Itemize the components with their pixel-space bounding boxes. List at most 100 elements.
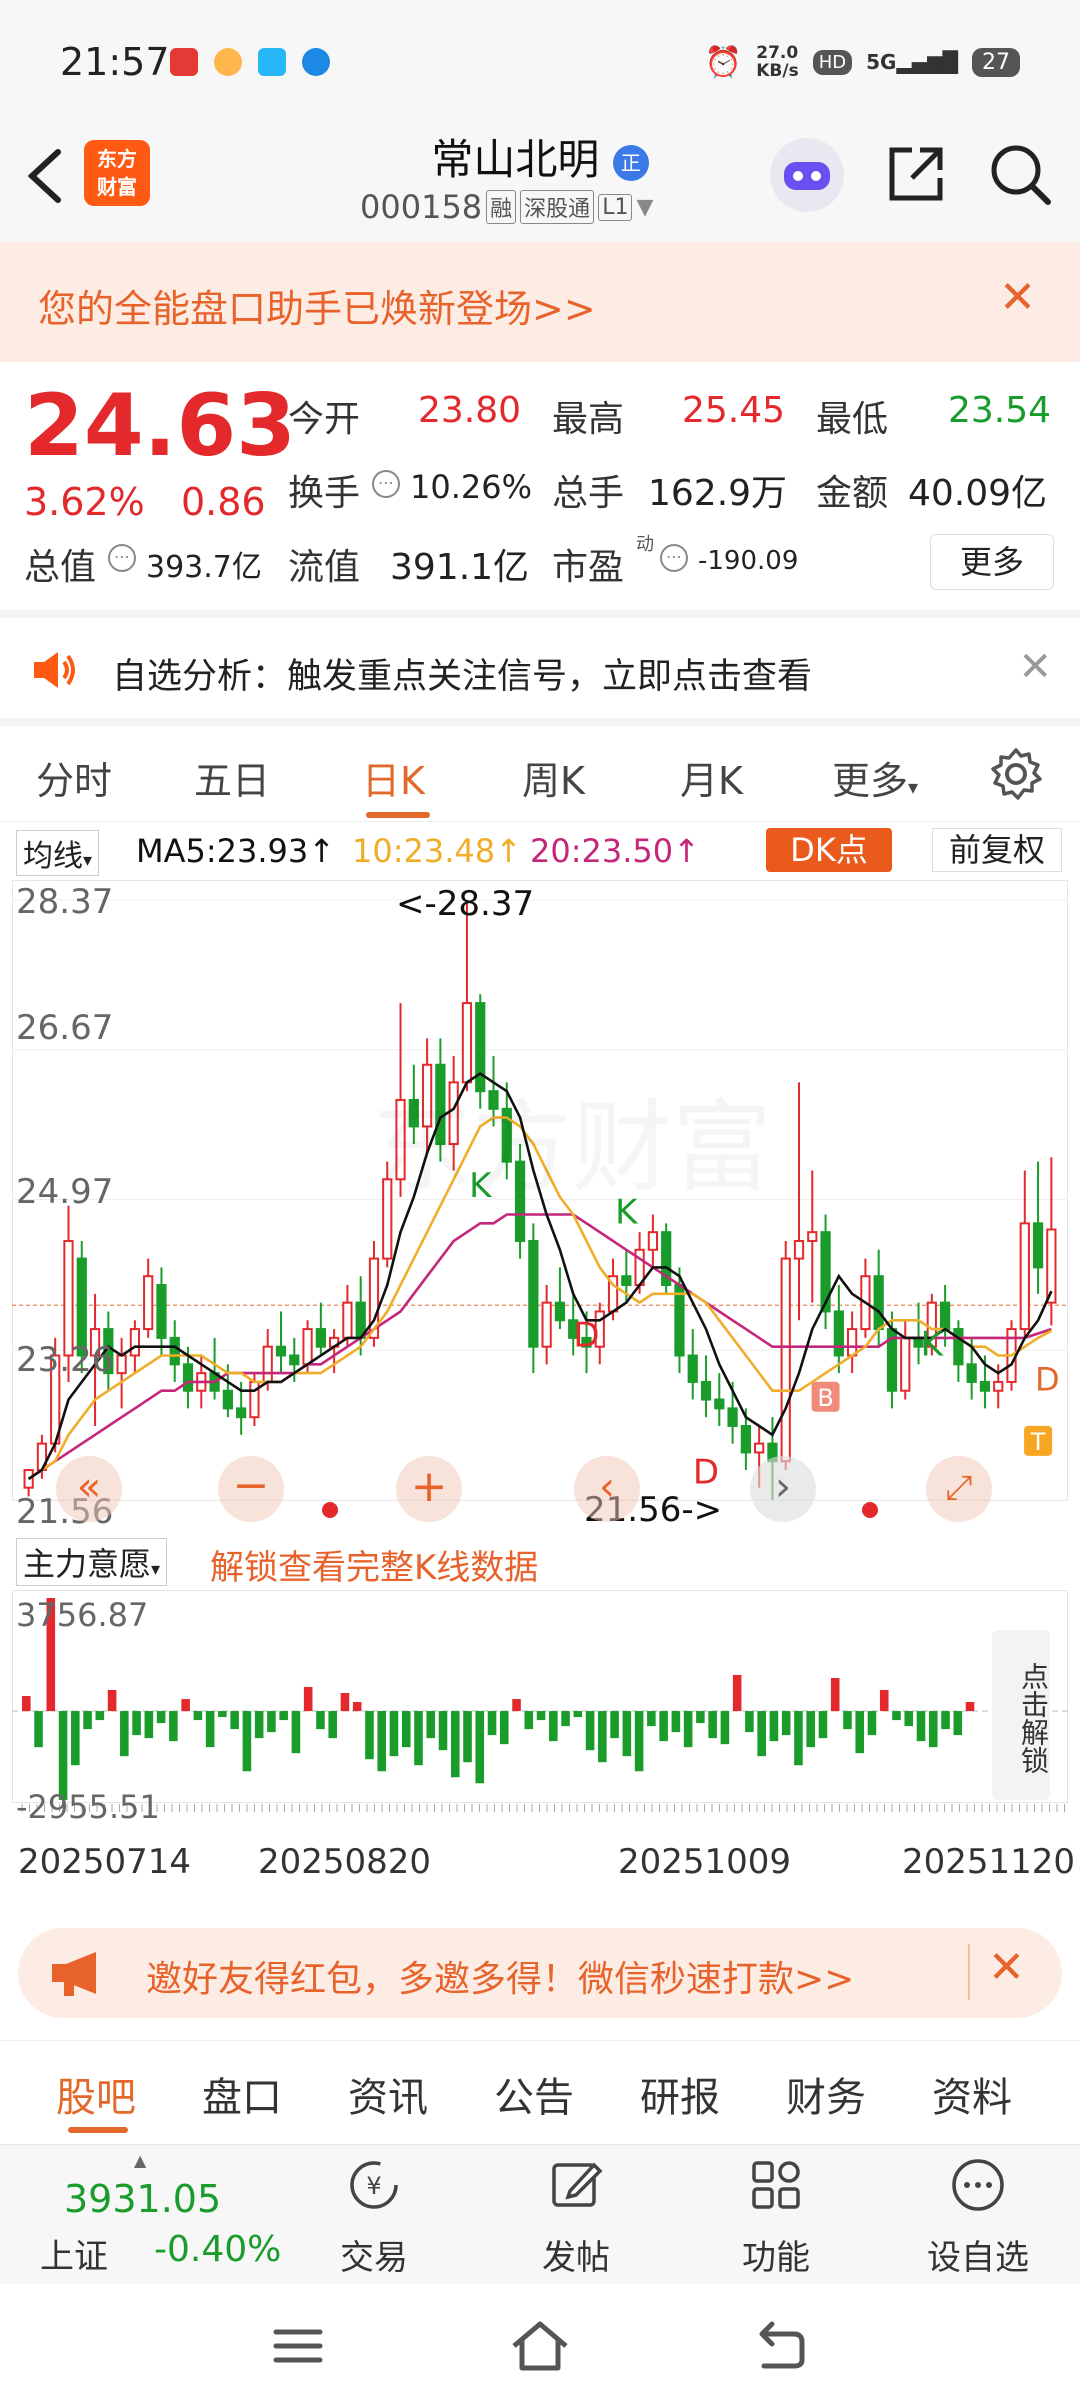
flow-bar — [671, 1711, 681, 1733]
flow-bar — [267, 1711, 276, 1733]
flow-svg — [12, 1590, 1068, 1812]
kline-chart[interactable]: KKDKDBTD 东方财富 28.37 26.67 24.97 23.26 21… — [12, 880, 1068, 1532]
flow-bar — [340, 1693, 350, 1712]
indicator-selector[interactable]: 主力意愿▾ — [16, 1538, 168, 1586]
trade-button[interactable]: ¥ 交易 — [314, 2155, 434, 2279]
tab-order-book[interactable]: 盘口 — [202, 2065, 282, 2123]
home-icon[interactable] — [508, 2318, 572, 2374]
volume-value: 162.9万 — [648, 473, 788, 514]
more-button[interactable]: 更多 — [930, 534, 1054, 590]
post-button[interactable]: 发帖 — [516, 2155, 636, 2279]
flow-bar — [487, 1711, 497, 1736]
tab-five-day[interactable]: 五日 — [194, 750, 270, 805]
tab-weekly-k[interactable]: 周K — [522, 750, 585, 805]
flow-bar — [414, 1711, 423, 1766]
app-notification-icon — [170, 48, 198, 76]
flow-bar — [120, 1711, 129, 1757]
flow-bar — [867, 1711, 877, 1736]
tab-announcements[interactable]: 公告 — [494, 2065, 574, 2123]
main-force-chart[interactable]: 3756.87 -2955.51 点击解锁 — [12, 1590, 1068, 1830]
fullscreen-icon[interactable]: ⤢ — [926, 1456, 992, 1522]
pe-superscript: 动 — [636, 534, 654, 555]
back-nav-icon[interactable] — [752, 2320, 808, 2372]
invite-banner[interactable]: 邀好友得红包，多邀多得！微信秒速打款>> ✕ — [18, 1928, 1062, 2018]
add-watchlist-button[interactable]: 设自选 — [918, 2155, 1038, 2279]
share-icon[interactable] — [884, 142, 948, 206]
candle-body — [793, 1239, 805, 1260]
zoom-in-icon[interactable]: + — [396, 1456, 462, 1522]
tab-forum[interactable]: 股吧 — [56, 2065, 136, 2123]
flow-bar — [769, 1711, 779, 1742]
flow-bar — [389, 1711, 399, 1757]
tab-intraday[interactable]: 分时 — [36, 750, 112, 805]
menu-icon[interactable] — [270, 2324, 326, 2368]
prev-icon[interactable]: ‹ — [574, 1456, 640, 1522]
analysis-alert[interactable]: 自选分析：触发重点关注信号，立即点击查看 ✕ — [0, 610, 1080, 718]
y-label-2: 26.67 — [16, 1008, 114, 1048]
dk-point-button[interactable]: DK点 — [766, 828, 892, 872]
unlock-kline-link[interactable]: 解锁查看完整K线数据 — [210, 1540, 538, 1589]
info-icon[interactable]: ⋯ — [372, 470, 400, 498]
candle-body — [342, 1301, 353, 1339]
index-value: 3931.05 — [64, 2177, 222, 2221]
candle-body — [1032, 1222, 1044, 1269]
tab-profile[interactable]: 资料 — [932, 2065, 1012, 2123]
adjust-button[interactable]: 前复权 — [932, 828, 1062, 872]
status-time: 21:57 — [60, 40, 170, 84]
mktcap-label: 总值 — [24, 547, 97, 588]
settings-gear-icon[interactable] — [988, 746, 1044, 802]
close-icon[interactable]: ✕ — [988, 1942, 1025, 1993]
tab-news[interactable]: 资讯 — [348, 2065, 428, 2123]
tab-finance[interactable]: 财务 — [786, 2065, 866, 2123]
tab-monthly-k[interactable]: 月K — [680, 750, 743, 805]
megaphone-icon — [52, 1952, 96, 1996]
date-tick: 20251120 — [902, 1842, 1076, 1882]
candle-body — [222, 1389, 233, 1410]
svg-text:¥: ¥ — [366, 2172, 381, 2200]
signal-icon: 5G▂▄▆█ — [866, 50, 958, 74]
candle-body — [541, 1301, 552, 1348]
signal-marker: D — [573, 1316, 599, 1356]
ma-selector[interactable]: 均线▾ — [16, 830, 100, 876]
amount-label: 金额 — [816, 473, 889, 514]
promo-banner[interactable]: 您的全能盘口助手已焕新登场>> ✕ — [0, 242, 1080, 362]
flow-bar — [892, 1711, 901, 1721]
max-annotation: <-28.37 — [396, 884, 535, 924]
current-price: 24.63 — [24, 376, 297, 476]
signal-marker: D — [693, 1452, 719, 1492]
flow-bar — [524, 1711, 534, 1730]
info-icon[interactable]: ⋯ — [108, 544, 136, 572]
tab-research[interactable]: 研报 — [640, 2065, 720, 2123]
open-label: 今开 — [288, 399, 361, 440]
flow-bar — [230, 1711, 239, 1730]
index-widget[interactable]: ▲ 3931.05 上证 -0.40% — [36, 2151, 296, 2277]
scroll-left-icon[interactable]: « — [56, 1456, 122, 1522]
flow-bar — [438, 1711, 448, 1751]
info-icon[interactable]: ⋯ — [660, 544, 688, 572]
app-notification-icon — [214, 48, 242, 76]
function-button[interactable]: 功能 — [716, 2155, 836, 2279]
flow-bar — [965, 1702, 975, 1712]
candle-body — [966, 1363, 977, 1383]
tab-daily-k[interactable]: 日K — [362, 750, 425, 805]
candle-body — [289, 1354, 300, 1366]
watermark: 东方财富 — [372, 1066, 772, 1211]
flow-bar — [843, 1711, 852, 1730]
assistant-robot-icon[interactable] — [770, 138, 844, 212]
flow-bar — [830, 1677, 840, 1712]
flow-bar — [475, 1711, 485, 1784]
active-tab-indicator — [68, 2127, 128, 2133]
content-tabs: 股吧 盘口 资讯 公告 研报 财务 资料 — [0, 2040, 1080, 2144]
stock-code-row[interactable]: 000158 融 深股通 L1 ▼ — [360, 188, 653, 226]
flow-bar — [254, 1711, 264, 1739]
zoom-out-icon[interactable]: − — [218, 1456, 284, 1522]
next-icon[interactable]: › — [750, 1456, 816, 1522]
side-unlock-button[interactable]: 点击解锁 — [992, 1630, 1050, 1800]
flow-bar — [500, 1711, 509, 1745]
tab-more[interactable]: 更多▾ — [832, 750, 918, 805]
search-icon[interactable] — [988, 142, 1054, 208]
close-icon[interactable]: ✕ — [999, 272, 1036, 323]
close-icon[interactable]: ✕ — [1018, 644, 1052, 690]
candle-body — [700, 1380, 712, 1401]
candle-body — [993, 1380, 1004, 1392]
